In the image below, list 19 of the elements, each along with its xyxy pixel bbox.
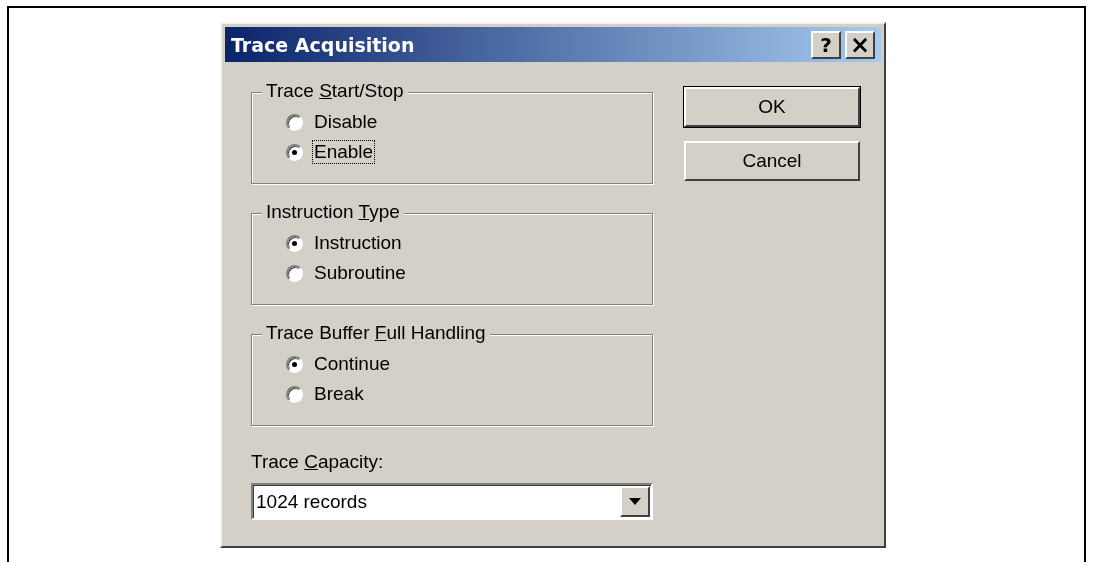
option-label[interactable]: Disable <box>312 110 380 134</box>
close-button[interactable]: × <box>845 30 875 59</box>
cancel-button[interactable]: Cancel <box>684 141 860 181</box>
radio-button[interactable] <box>286 113 303 131</box>
capacity-dropdown[interactable]: 1024 records <box>251 483 653 520</box>
window-title: Trace Acquisition <box>231 33 415 56</box>
radio-button[interactable] <box>286 355 303 373</box>
option-label[interactable]: Enable <box>312 140 376 164</box>
option-label[interactable]: Subroutine <box>312 261 408 285</box>
ok-button[interactable]: OK <box>684 87 860 127</box>
option-label[interactable]: Instruction <box>312 231 404 255</box>
radio-button[interactable] <box>286 143 303 161</box>
option-label[interactable]: Continue <box>312 352 393 376</box>
capacity-label: Trace Capacity: <box>251 451 385 473</box>
option-label[interactable]: Break <box>312 382 366 406</box>
help-button[interactable]: ? <box>811 30 841 59</box>
radio-button[interactable] <box>286 385 303 403</box>
radio-button[interactable] <box>286 264 303 282</box>
radio-button[interactable] <box>286 234 303 252</box>
